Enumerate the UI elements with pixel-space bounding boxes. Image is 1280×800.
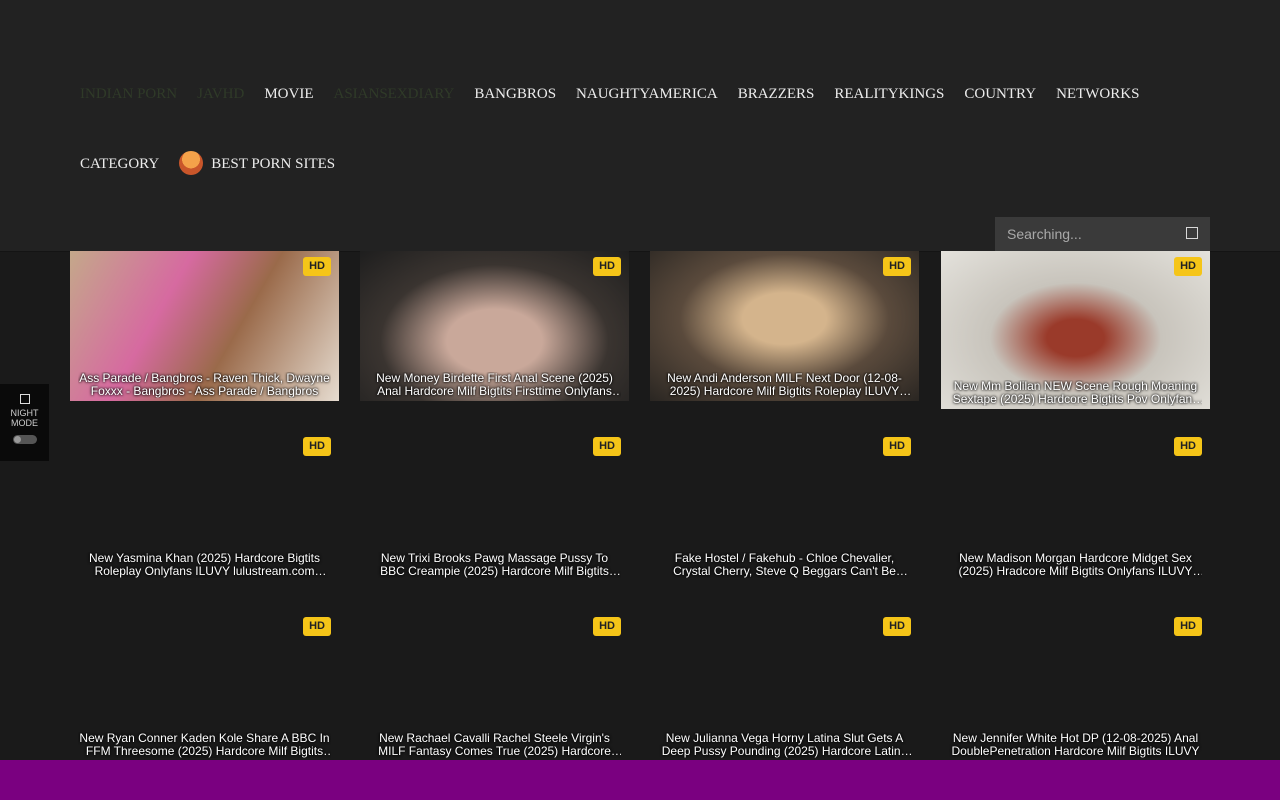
hd-badge: HD xyxy=(593,257,621,276)
video-title[interactable]: New Ryan Conner Kaden Kole Share A BBC I… xyxy=(78,732,331,758)
video-card[interactable]: HD New Mm Bolilan NEW Scene Rough Moanin… xyxy=(941,251,1210,409)
hd-badge: HD xyxy=(883,437,911,456)
hd-badge: HD xyxy=(1174,437,1202,456)
hd-badge: HD xyxy=(303,437,331,456)
video-title[interactable]: New Mm Bolilan NEW Scene Rough Moaning S… xyxy=(949,380,1202,406)
hd-badge: HD xyxy=(1174,617,1202,636)
video-title[interactable]: New Madison Morgan Hardcore Midget Sex (… xyxy=(949,552,1202,578)
video-title[interactable]: New Rachael Cavalli Rachel Steele Virgin… xyxy=(368,732,621,758)
night-mode-icon xyxy=(19,394,30,404)
secondary-nav: CATEGORY BEST PORN SITES xyxy=(80,151,355,176)
video-card[interactable]: HD New Rachael Cavalli Rachel Steele Vir… xyxy=(360,611,629,761)
video-title[interactable]: New Trixi Brooks Pawg Massage Pussy To B… xyxy=(368,552,621,578)
search-icon[interactable] xyxy=(1186,227,1198,239)
hd-badge: HD xyxy=(303,257,331,276)
video-card[interactable]: HD New Madison Morgan Hardcore Midget Se… xyxy=(941,431,1210,581)
night-mode-widget: NIGHT MODE xyxy=(0,384,49,461)
nav-best-porn-sites-label: BEST PORN SITES xyxy=(211,156,336,172)
video-card[interactable]: HD New Yasmina Khan (2025) Hardcore Bigt… xyxy=(70,431,339,581)
sites-icon xyxy=(179,151,204,175)
nav-bangbros[interactable]: BANGBROS xyxy=(474,84,556,104)
nav-javhd[interactable]: JAVHD xyxy=(197,84,244,104)
night-mode-label-2: MODE xyxy=(11,418,38,428)
video-title[interactable]: New Andi Anderson MILF Next Door (12-08-… xyxy=(658,372,911,398)
video-card[interactable]: HD New Money Birdette First Anal Scene (… xyxy=(360,251,629,401)
hd-badge: HD xyxy=(593,617,621,636)
video-card[interactable]: HD New Trixi Brooks Pawg Massage Pussy T… xyxy=(360,431,629,581)
main-nav: INDIAN PORN JAVHD MOVIE ASIANSEXDIARY BA… xyxy=(80,84,1159,104)
bottom-banner-bar[interactable] xyxy=(0,760,1280,800)
night-mode-toggle[interactable] xyxy=(12,435,37,444)
video-title[interactable]: New Jennifer White Hot DP (12-08-2025) A… xyxy=(949,732,1202,758)
video-card[interactable]: HD New Ryan Conner Kaden Kole Share A BB… xyxy=(70,611,339,761)
search-bar xyxy=(995,217,1210,251)
nav-brazzers[interactable]: BRAZZERS xyxy=(738,84,815,104)
video-card[interactable]: HD Fake Hostel / Fakehub - Chloe Chevali… xyxy=(650,431,919,581)
nav-naughtyamerica[interactable]: NAUGHTYAMERICA xyxy=(576,84,718,104)
video-card[interactable]: HD New Andi Anderson MILF Next Door (12-… xyxy=(650,251,919,401)
nav-country[interactable]: COUNTRY xyxy=(964,84,1036,104)
search-input[interactable] xyxy=(995,225,1179,243)
nav-networks[interactable]: NETWORKS xyxy=(1056,84,1139,104)
nav-movie[interactable]: MOVIE xyxy=(264,84,313,104)
video-card[interactable]: HD New Jennifer White Hot DP (12-08-2025… xyxy=(941,611,1210,761)
nav-best-porn-sites[interactable]: BEST PORN SITES xyxy=(179,151,355,176)
video-card[interactable]: HD New Julianna Vega Horny Latina Slut G… xyxy=(650,611,919,761)
hd-badge: HD xyxy=(883,617,911,636)
nav-realitykings[interactable]: REALITYKINGS xyxy=(834,84,944,104)
nav-asiansexdiary[interactable]: ASIANSEXDIARY xyxy=(334,84,455,104)
video-title[interactable]: New Money Birdette First Anal Scene (202… xyxy=(368,372,621,398)
hd-badge: HD xyxy=(593,437,621,456)
nav-category[interactable]: CATEGORY xyxy=(80,154,159,174)
video-title[interactable]: New Julianna Vega Horny Latina Slut Gets… xyxy=(658,732,911,758)
video-title[interactable]: New Yasmina Khan (2025) Hardcore Bigtits… xyxy=(78,552,331,578)
video-title[interactable]: Ass Parade / Bangbros - Raven Thick, Dwa… xyxy=(78,372,331,398)
video-card[interactable]: HD Ass Parade / Bangbros - Raven Thick, … xyxy=(70,251,339,401)
hd-badge: HD xyxy=(883,257,911,276)
site-header: INDIAN PORN JAVHD MOVIE ASIANSEXDIARY BA… xyxy=(0,0,1280,252)
hd-badge: HD xyxy=(303,617,331,636)
night-mode-label-1: NIGHT xyxy=(10,408,39,418)
hd-badge: HD xyxy=(1174,257,1202,276)
nav-indian-porn[interactable]: INDIAN PORN xyxy=(80,84,177,104)
video-title[interactable]: Fake Hostel / Fakehub - Chloe Chevalier,… xyxy=(658,552,911,578)
